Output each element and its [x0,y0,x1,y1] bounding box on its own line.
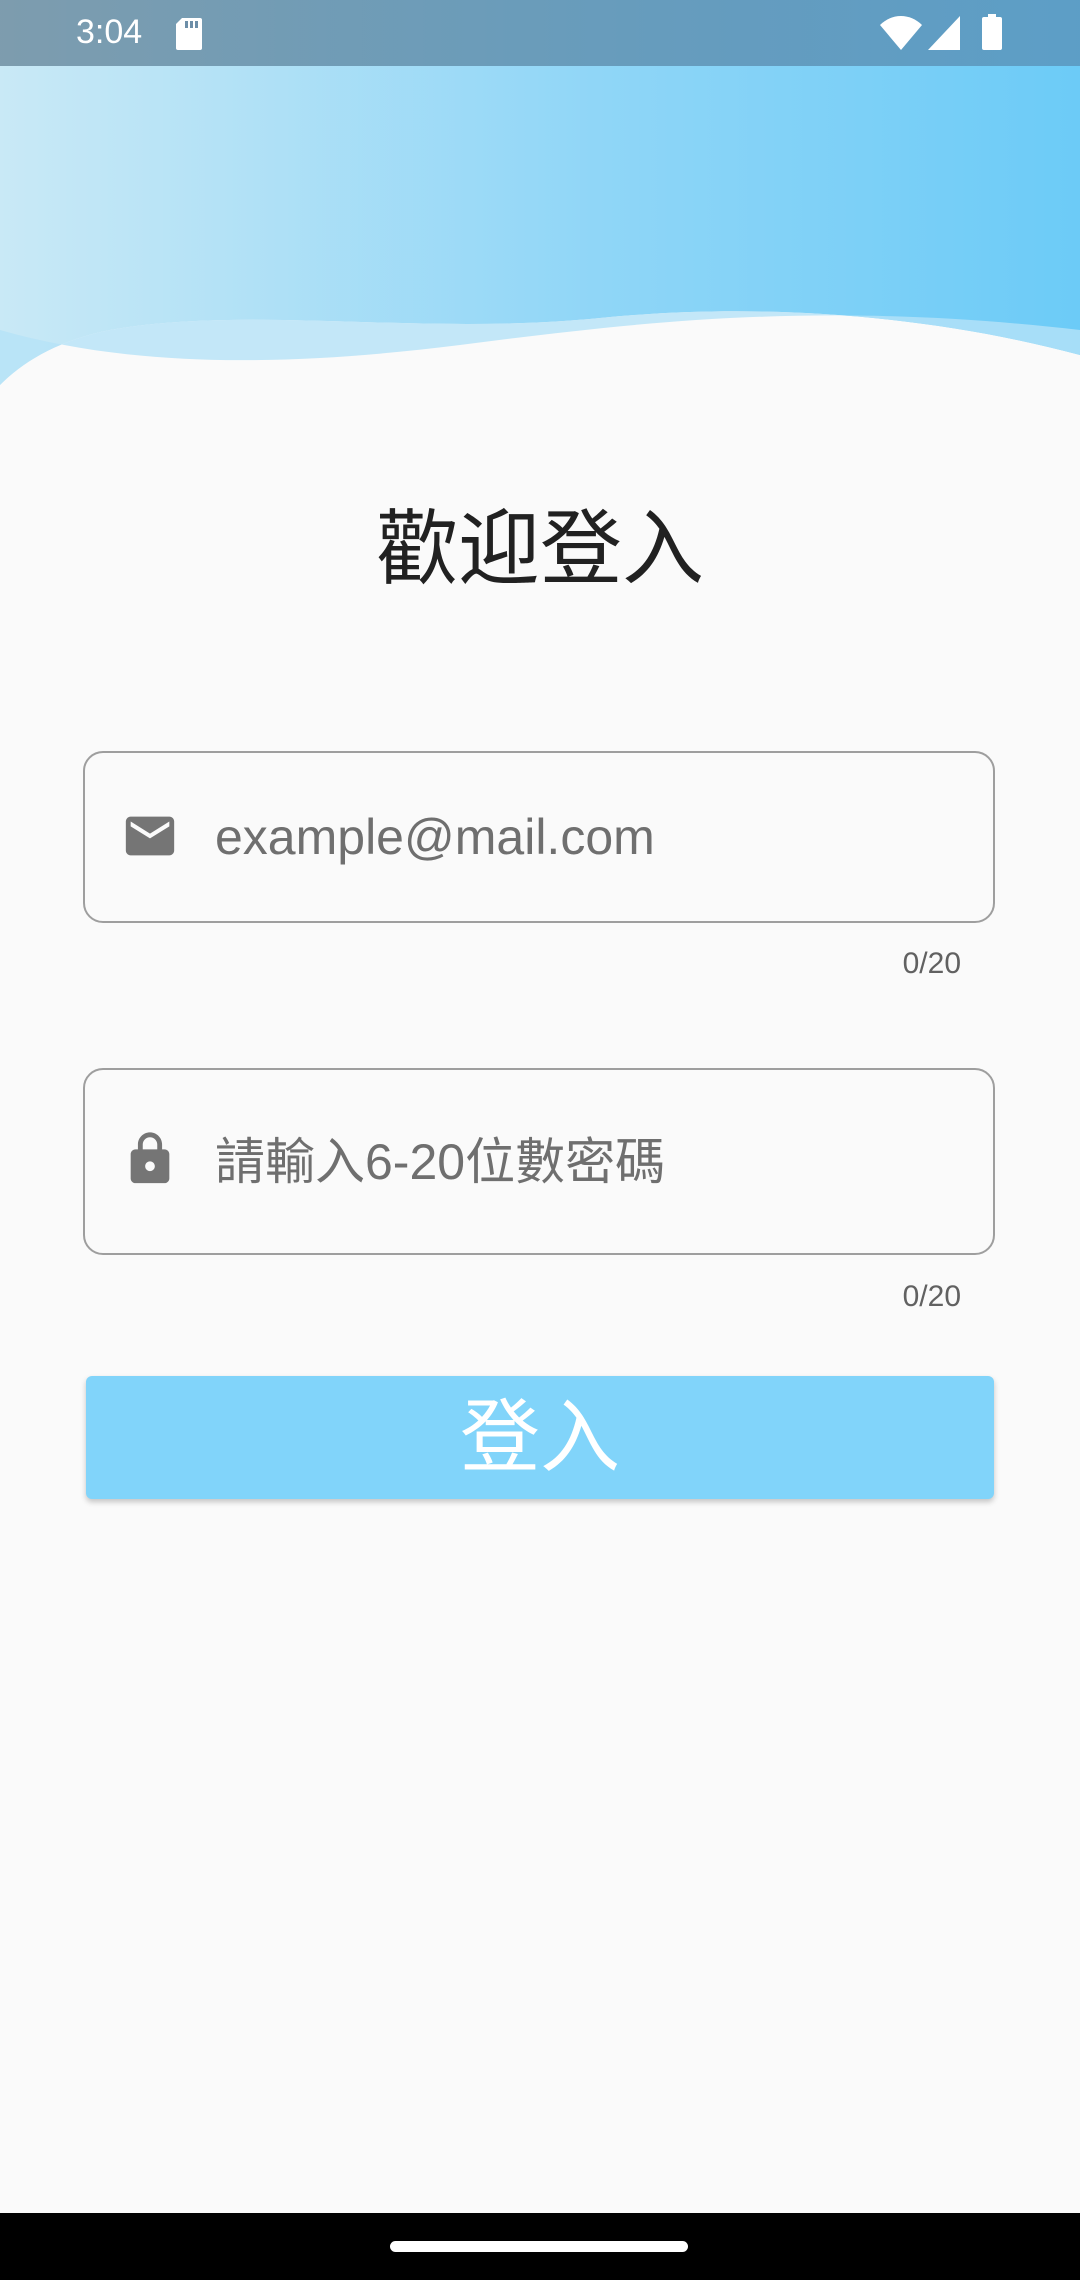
status-bar: 3:04 [0,0,1080,66]
status-time: 3:04 [76,13,143,51]
page-title: 歡迎登入 [375,504,704,595]
navigation-bar [0,2213,1080,2280]
password-input[interactable] [215,1122,963,1202]
cellular-signal-icon [928,16,960,50]
mail-icon [125,816,175,856]
wifi-icon [880,16,922,50]
sd-card-icon [176,18,202,50]
login-button[interactable]: 登入 [86,1376,994,1499]
home-handle[interactable] [390,2241,688,2252]
password-field[interactable] [83,1068,995,1255]
lock-icon [130,1132,170,1184]
email-character-counter: 0/20 [902,947,961,980]
login-screen: 3:04 歡迎登入 0/20 0/20 登 [0,0,1080,2280]
password-character-counter: 0/20 [902,1280,961,1313]
email-input[interactable] [215,797,963,877]
email-field[interactable] [83,751,995,923]
battery-icon [982,14,1002,50]
